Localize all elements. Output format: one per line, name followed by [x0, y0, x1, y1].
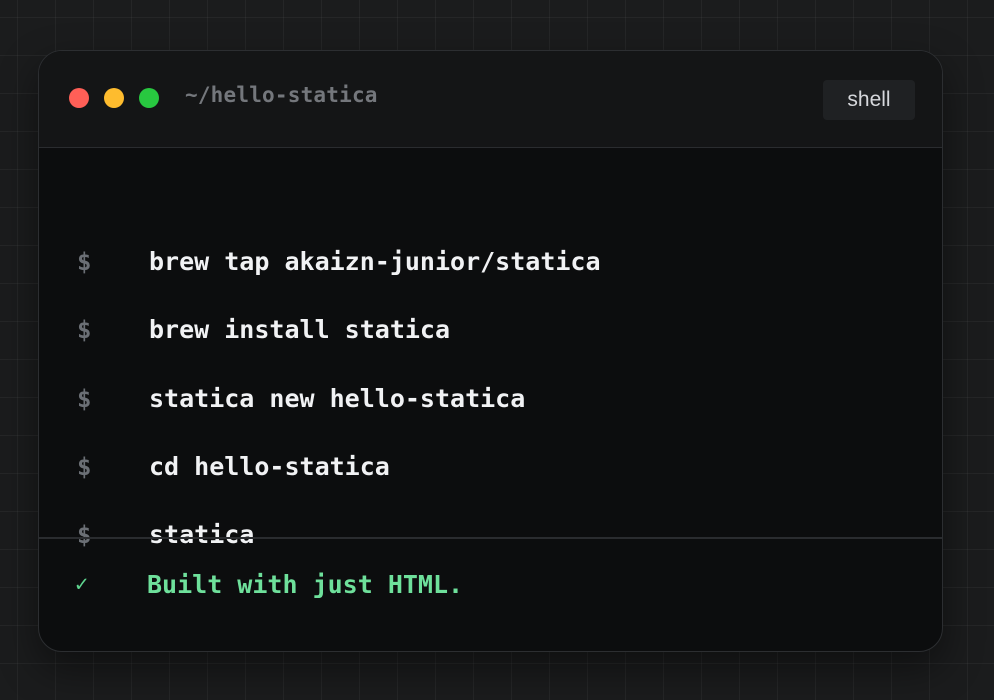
divider	[39, 537, 942, 539]
prompt-symbol: $	[77, 521, 92, 549]
terminal-window: ~/hello-statica shell $ brew tap akaizn-…	[38, 50, 943, 652]
command-text: brew install statica	[149, 315, 451, 344]
checkmark-icon: ✓	[75, 572, 89, 597]
command-line: $ cd hello-statica	[39, 447, 942, 487]
command-line: $ statica new hello-statica	[39, 379, 942, 419]
command-text: cd hello-statica	[149, 452, 390, 481]
window-title: ~/hello-statica	[185, 83, 378, 107]
status-line: ✓ Built with just HTML.	[39, 565, 942, 605]
command-line: $ statica	[39, 515, 942, 555]
close-button[interactable]	[69, 88, 89, 108]
command-text: brew tap akaizn-junior/statica	[149, 247, 601, 276]
status-message: Built with just HTML.	[147, 570, 464, 599]
command-text: statica	[149, 520, 255, 549]
shell-badge: shell	[823, 80, 915, 120]
prompt-symbol: $	[77, 385, 92, 413]
title-bar: ~/hello-statica shell	[39, 51, 942, 148]
command-line: $ brew install statica	[39, 310, 942, 350]
command-text: statica new hello-statica	[149, 384, 526, 413]
prompt-symbol: $	[77, 248, 92, 276]
maximize-button[interactable]	[139, 88, 159, 108]
prompt-symbol: $	[77, 316, 92, 344]
command-line: $ brew tap akaizn-junior/statica	[39, 242, 942, 282]
minimize-button[interactable]	[104, 88, 124, 108]
prompt-symbol: $	[77, 453, 92, 481]
